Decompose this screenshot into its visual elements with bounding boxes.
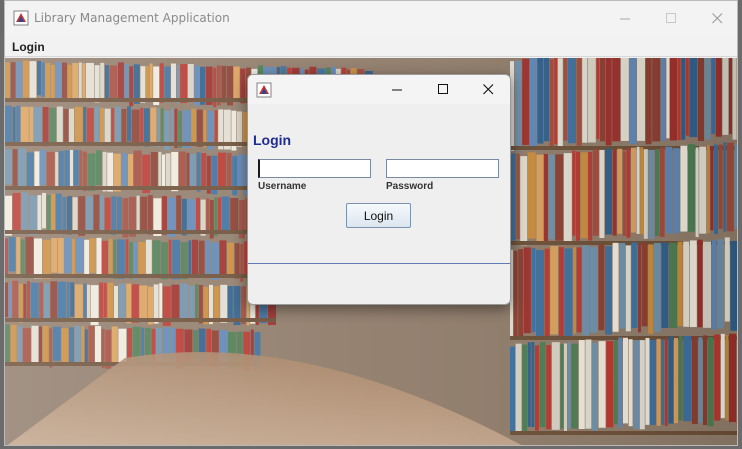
dialog-title-bar[interactable]	[248, 75, 510, 104]
maximize-icon	[665, 13, 676, 23]
login-heading: Login	[253, 132, 292, 148]
menu-item-login[interactable]: Login	[12, 40, 45, 54]
minimize-button[interactable]	[602, 1, 648, 36]
dialog-minimize-button[interactable]	[374, 75, 420, 104]
window-title: Library Management Application	[34, 11, 230, 25]
password-label: Password	[386, 181, 434, 192]
login-button[interactable]: Login	[346, 203, 411, 228]
minimize-icon	[391, 89, 402, 91]
java-app-icon	[13, 10, 29, 26]
close-button[interactable]	[694, 1, 737, 36]
close-icon	[482, 84, 493, 95]
username-input[interactable]	[258, 159, 371, 178]
username-label: Username	[258, 181, 307, 192]
login-dialog: Login Username Password Login	[247, 74, 511, 305]
book-spine	[737, 58, 738, 138]
dialog-maximize-button[interactable]	[420, 75, 466, 104]
dialog-divider	[248, 263, 510, 264]
maximize-icon	[437, 84, 448, 94]
maximize-button[interactable]	[648, 1, 694, 36]
password-input[interactable]	[386, 159, 499, 178]
dialog-close-button[interactable]	[465, 75, 510, 104]
menu-bar: Login	[5, 36, 737, 57]
close-icon	[711, 13, 722, 24]
minimize-icon	[619, 18, 630, 20]
title-bar[interactable]: Library Management Application	[5, 1, 737, 36]
java-app-icon	[256, 82, 272, 98]
